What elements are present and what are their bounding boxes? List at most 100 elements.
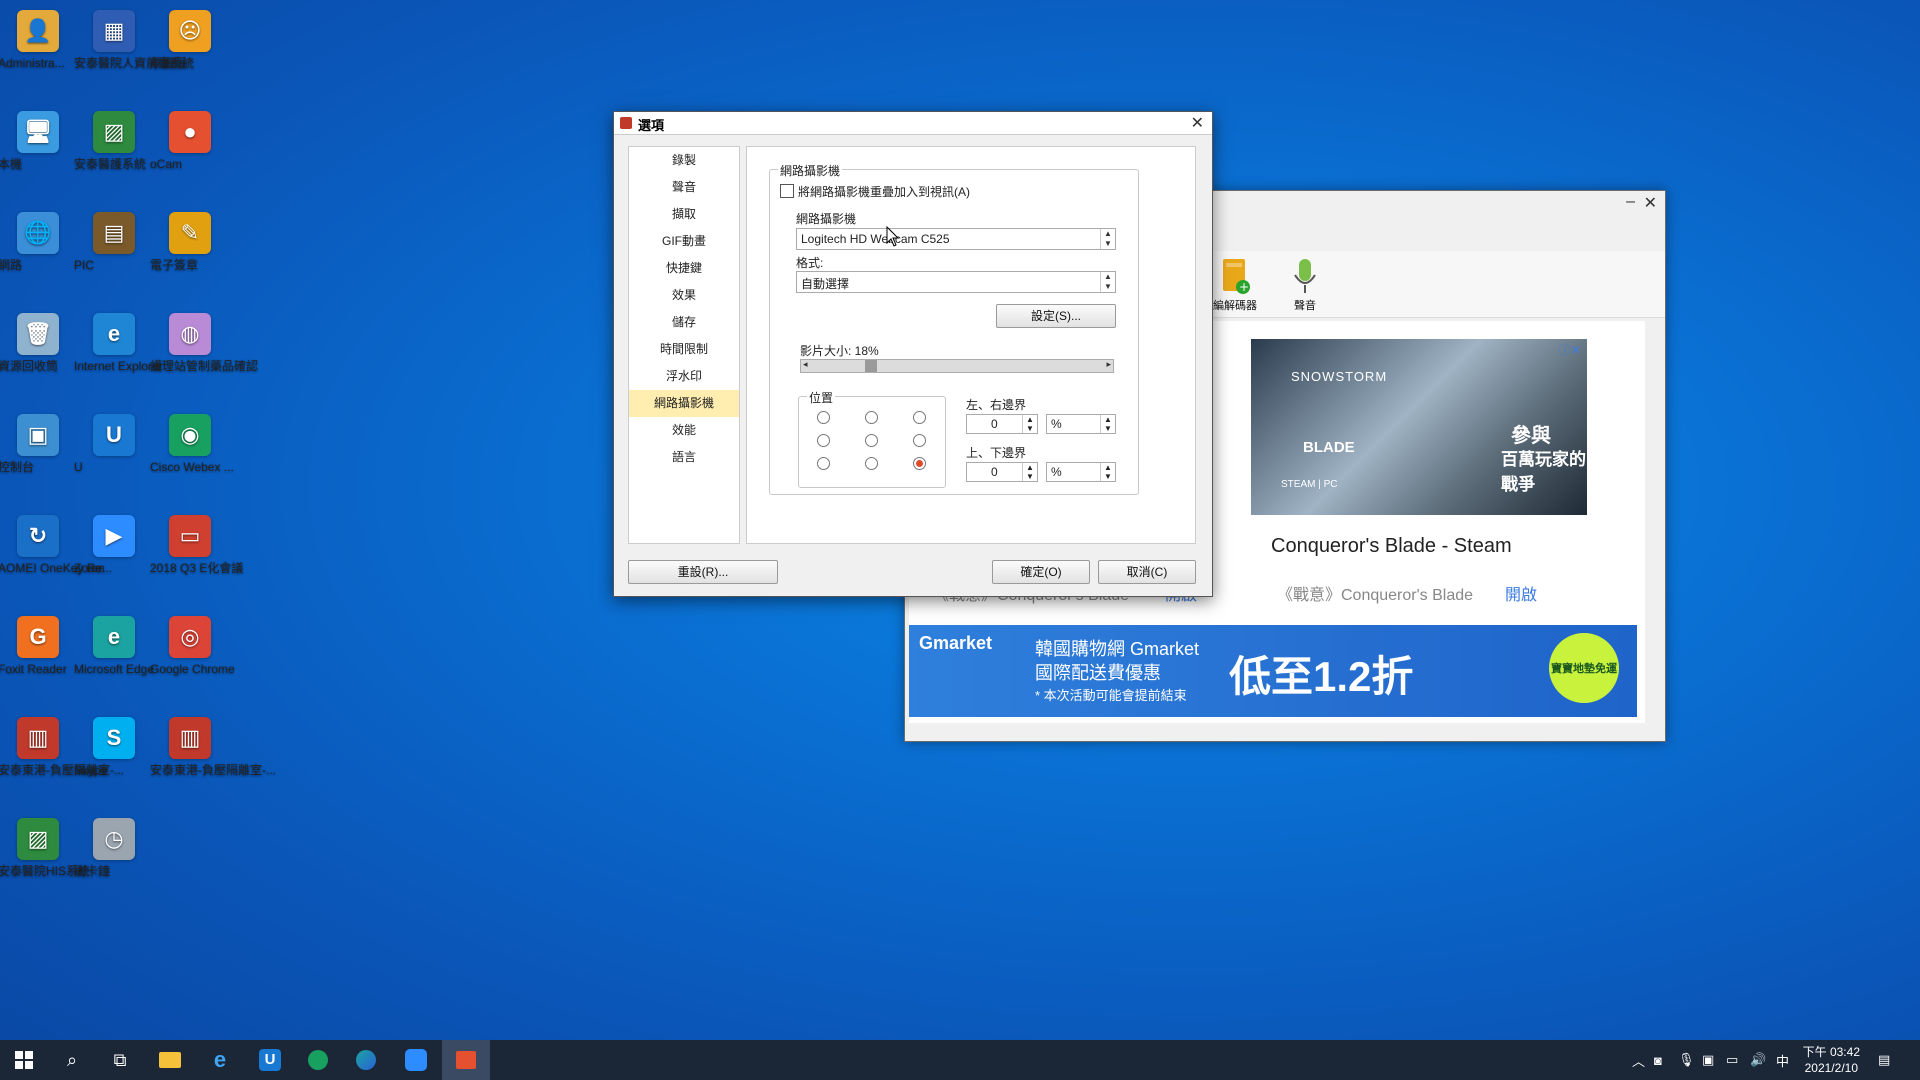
taskbar-clock[interactable]: 下午 03:42 2021/2/10 [1803, 1044, 1860, 1076]
nav-item[interactable]: 效能 [629, 417, 739, 444]
desktop-icon[interactable]: ▥ 安泰東港-負壓隔離室-... [150, 717, 276, 777]
tray-chevron-icon[interactable]: ︿ [1632, 1040, 1645, 1080]
ok-button[interactable]: 確定(O) [992, 560, 1090, 584]
nav-item[interactable]: 儲存 [629, 309, 739, 336]
desktop-icon[interactable]: S Skype [74, 717, 154, 777]
close-icon[interactable]: ✕ [1191, 113, 1204, 133]
vertical-scrollbar[interactable] [1647, 321, 1663, 723]
spin-arrows-icon[interactable]: ▲ ▼ [1100, 463, 1115, 481]
lr-margin-input[interactable]: 0 ▲ ▼ [966, 414, 1038, 434]
nav-item[interactable]: 網路攝影機 [629, 390, 739, 417]
desktop-icon[interactable]: ▦ 安泰醫院人資前臺系統 [74, 10, 194, 70]
gmarket-promo: 低至1.2折 [1229, 653, 1414, 700]
slider-left-arrow-icon[interactable]: ◂ [803, 359, 808, 370]
reset-button[interactable]: 重設(R)... [628, 560, 778, 584]
nav-item[interactable]: 語言 [629, 444, 739, 471]
desktop-icon[interactable]: ▨ 安泰醫護系統 [74, 111, 154, 171]
position-radio[interactable] [865, 411, 878, 424]
spin-arrows-icon[interactable]: ▲ ▼ [1022, 415, 1037, 433]
size-slider-thumb[interactable] [864, 360, 877, 372]
nav-item[interactable]: 擷取 [629, 201, 739, 228]
nav-item[interactable]: 時間限制 [629, 336, 739, 363]
nav-item[interactable]: GIF動畫 [629, 228, 739, 255]
webex-icon[interactable] [294, 1040, 342, 1080]
desktop-icon[interactable]: ● oCam [150, 111, 230, 171]
overlay-checkbox[interactable] [780, 184, 794, 198]
tray-webcam-icon[interactable]: ◙ [1654, 1040, 1662, 1080]
ime-indicator[interactable]: 中 [1776, 1040, 1789, 1080]
gmarket-ad[interactable]: Gmarket 韓國購物網 Gmarket 國際配送費優惠 * 本次活動可能會提… [909, 625, 1637, 717]
lr-unit-select[interactable]: % ▲ ▼ [1046, 414, 1116, 434]
tray-microphone-icon[interactable]: 🎙 [1678, 1040, 1695, 1080]
desktop-icon[interactable]: 👤 Administra... [0, 10, 78, 70]
tray-volume-icon[interactable]: 🔊 [1750, 1040, 1766, 1080]
position-radio[interactable] [817, 434, 830, 447]
position-radio[interactable] [817, 411, 830, 424]
format-select[interactable]: 自動選擇 ▲ ▼ [796, 271, 1116, 293]
internet-explorer-icon[interactable]: e [196, 1040, 244, 1080]
position-radio[interactable] [913, 411, 926, 424]
ocam-taskbar-icon[interactable] [442, 1040, 490, 1080]
position-radio[interactable] [865, 434, 878, 447]
conquerors-blade-ad-image[interactable]: SNOWSTORM BLADE STEAM | PC 參與 百萬玩家的戰爭 [1251, 339, 1587, 515]
tb-unit-select[interactable]: % ▲ ▼ [1046, 462, 1116, 482]
desktop-icon[interactable]: G Foxit Reader [0, 616, 78, 676]
nav-item[interactable]: 快捷鍵 [629, 255, 739, 282]
position-radio[interactable] [913, 434, 926, 447]
ad-info-icon[interactable]: ⓘ✕ [1559, 341, 1581, 358]
desktop-icon[interactable]: e Internet Explorer [74, 313, 163, 373]
tb-margin-input[interactable]: 0 ▲ ▼ [966, 462, 1038, 482]
position-radio[interactable] [865, 457, 878, 470]
tray-display-icon[interactable]: ▭ [1726, 1040, 1738, 1080]
nav-item[interactable]: 聲音 [629, 174, 739, 201]
desktop-icon[interactable]: 🖥 本機 [0, 111, 78, 171]
desktop-icon[interactable]: ◎ Google Chrome [150, 616, 235, 676]
desktop-icon[interactable]: ✎ 電子簽章 [150, 212, 230, 272]
notification-icon[interactable]: ▤ [1878, 1040, 1890, 1080]
file-explorer-icon[interactable] [146, 1040, 194, 1080]
u-app-icon[interactable]: U [246, 1040, 294, 1080]
cancel-button[interactable]: 取消(C) [1098, 560, 1196, 584]
desktop-icon[interactable]: UU [74, 414, 154, 474]
nav-item[interactable]: 錄製 [629, 147, 739, 174]
size-slider[interactable]: ◂ ▸ [800, 359, 1114, 373]
spin-arrows-icon[interactable]: ▲ ▼ [1100, 415, 1115, 433]
start-icon[interactable] [0, 1040, 48, 1080]
desktop-icon[interactable]: e Microsoft Edge [74, 616, 154, 676]
sound-tool[interactable]: 聲音 [1275, 257, 1335, 313]
settings-button[interactable]: 設定(S)... [996, 304, 1116, 328]
task-view-icon[interactable]: ⧉ [96, 1040, 144, 1080]
webcam-select[interactable]: Logitech HD Webcam C525 ▲ ▼ [796, 228, 1116, 250]
desktop-icon[interactable]: ◍ 護理站管制藥品確認 [150, 313, 258, 373]
minimize-icon[interactable]: – [1626, 193, 1635, 211]
desktop-icon[interactable]: 🌐 網路 [0, 212, 78, 272]
desktop-icon[interactable]: ◉ Cisco Webex ... [150, 414, 234, 474]
desktop-icon[interactable]: ↻ AOMEI OneKey Re... [0, 515, 112, 575]
position-radio[interactable] [913, 457, 926, 470]
position-radio[interactable] [817, 457, 830, 470]
nav-item[interactable]: 浮水印 [629, 363, 739, 390]
codec-tool[interactable]: + 編解碼器 [1205, 257, 1265, 313]
ad-headline[interactable]: Conqueror's Blade - Steam [1271, 535, 1512, 558]
desktop-icon[interactable]: 🗑 資源回收筒 [0, 313, 78, 373]
desktop-icon[interactable]: ◷ 刷卡鐘 [74, 818, 154, 878]
desktop-icon[interactable]: ▥ 安泰東港-負壓隔離室-... [0, 717, 124, 777]
horizontal-scrollbar[interactable] [909, 723, 1645, 739]
desktop-icon[interactable]: ☹ 單機版 [150, 10, 230, 70]
slider-right-arrow-icon[interactable]: ▸ [1106, 359, 1111, 370]
overlay-checkbox-label[interactable]: 將網路攝影機重疊加入到視訊(A) [798, 183, 970, 200]
close-icon[interactable]: ✕ [1644, 193, 1657, 213]
desktop-icon[interactable]: ▭ 2018 Q3 E化會議 [150, 515, 243, 575]
tray-network-icon[interactable]: ▣ [1702, 1040, 1714, 1080]
desktop-icon[interactable]: ▨ 安泰醫院HIS系統 [0, 818, 90, 878]
search-icon[interactable]: ⌕ [48, 1040, 96, 1080]
desktop-icon[interactable]: ▶ Zoom [74, 515, 154, 575]
desktop-icon[interactable]: ▤ PIC [74, 212, 154, 272]
edge-icon[interactable] [342, 1040, 390, 1080]
ad-open-right[interactable]: 開啟 [1505, 581, 1537, 605]
options-dialog: 選項 ✕ 錄製 聲音 擷取 GIF動畫 快捷鍵 效果 儲存 時間限制 浮水印 網路攝影機 效能 語言 … [613, 111, 1213, 597]
zoom-icon[interactable] [392, 1040, 440, 1080]
nav-item[interactable]: 效果 [629, 282, 739, 309]
spin-arrows-icon[interactable]: ▲ ▼ [1022, 463, 1037, 481]
desktop-icon[interactable]: ▣ 控制台 [0, 414, 78, 474]
